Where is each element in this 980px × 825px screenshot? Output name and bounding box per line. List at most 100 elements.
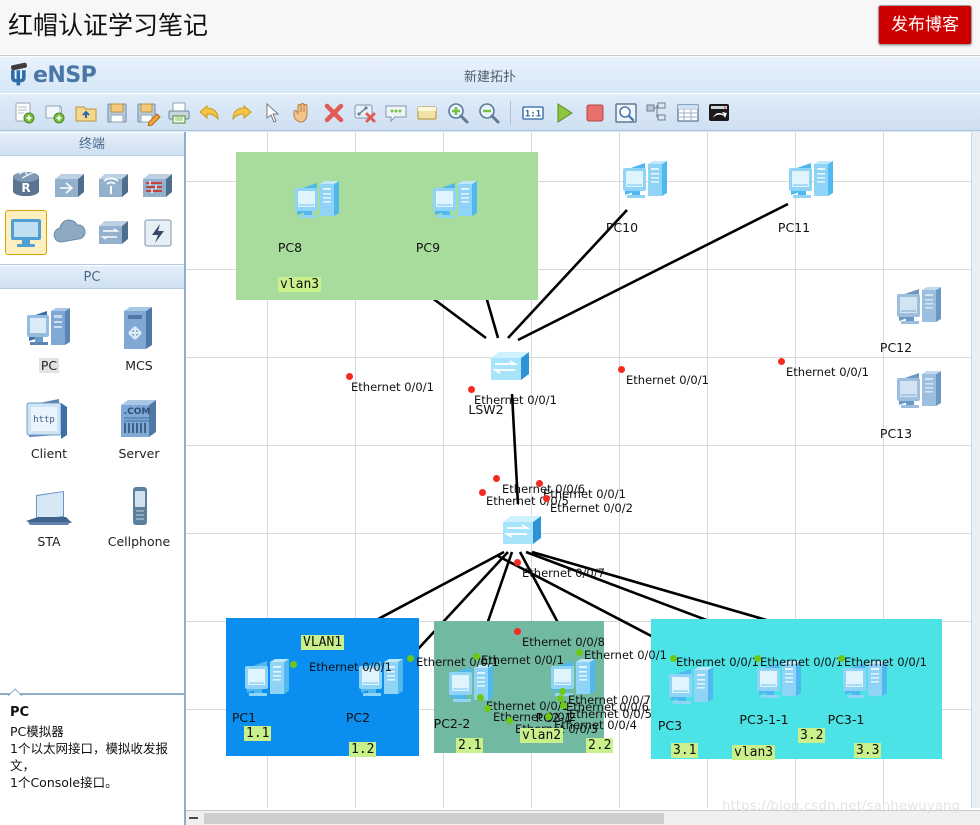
node-pc1-label: PC1 (231, 710, 257, 725)
screenshot-icon[interactable] (703, 98, 734, 129)
node-pc11-label: PC11 (777, 220, 811, 235)
node-pc10[interactable] (618, 154, 674, 215)
iface-pc11-connector-dot[interactable] (778, 358, 785, 365)
tag-vlan3-top: vlan3 (278, 277, 322, 292)
iface-pc2-2: Ethernet 0/0/1 (481, 653, 564, 667)
server-icon: .COM (113, 387, 165, 443)
iface-lsw1-6-connector-dot[interactable] (557, 695, 564, 702)
new-topology-icon[interactable] (8, 98, 39, 129)
topology-canvas[interactable]: PC8 PC9 PC10 PC11 PC12 PC13 LSW2 PC1 PC2 PC2-2 PC2… (186, 132, 980, 808)
node-pc9[interactable] (428, 174, 484, 235)
delete-link-icon[interactable] (349, 98, 380, 129)
router-icon[interactable]: R (5, 163, 47, 208)
iface-lsw2-1-connector-dot[interactable] (536, 480, 543, 487)
node-pc2-label: PC2 (345, 710, 371, 725)
topology-canvas-container[interactable]: PC8 PC9 PC10 PC11 PC12 PC13 LSW2 PC1 PC2 PC2-2 PC2… (186, 132, 980, 825)
palette-label-pc: PC (38, 358, 60, 373)
horizontal-scroll-thumb[interactable] (204, 813, 664, 824)
zoom-out-icon[interactable] (473, 98, 504, 129)
iface-pc9-connector-dot[interactable] (468, 386, 475, 393)
iface-pc1-connector-dot[interactable] (290, 661, 297, 668)
scroll-left-button[interactable] (186, 811, 202, 825)
page-title: 红帽认证学习笔记 (8, 11, 209, 40)
iface-lsw1-2-connector-dot[interactable] (484, 705, 491, 712)
node-pc2-2-label: PC2-2 (433, 716, 471, 731)
stop-icon[interactable] (579, 98, 610, 129)
node-pc3[interactable] (664, 660, 720, 721)
pc-panel-header: PC (0, 265, 184, 289)
iface-lsw1-8-connector-dot[interactable] (514, 628, 521, 635)
grid-icon[interactable] (672, 98, 703, 129)
iface-pc11: Ethernet 0/0/1 (786, 365, 869, 379)
topology-tree-icon[interactable] (641, 98, 672, 129)
zoom-in-icon[interactable] (442, 98, 473, 129)
iface-lsw1-4-connector-dot[interactable] (545, 713, 552, 720)
tag-ip-3-2: 3.2 (798, 728, 826, 743)
iface-lsw1-1-connector-dot[interactable] (477, 694, 484, 701)
node-pc1[interactable] (240, 652, 296, 713)
iface-pc2-1-connector-dot[interactable] (576, 649, 583, 656)
palette-item-server[interactable]: .COM Server (98, 387, 180, 461)
tag-ip-3-3: 3.3 (854, 743, 882, 758)
iface-lsw2-5-connector-dot[interactable] (479, 489, 486, 496)
endpoint-icon[interactable] (5, 210, 47, 255)
client-icon: http (23, 387, 75, 443)
application-body: 终端 R PC PC MCS http Client .COM Server S… (0, 132, 980, 825)
save-as-icon[interactable] (132, 98, 163, 129)
iface-lsw2-2-connector-dot[interactable] (543, 495, 550, 502)
iface-lsw2-1: Ethernet 0/0/1 (543, 487, 626, 501)
firewall-icon[interactable] (137, 163, 179, 208)
start-icon[interactable] (548, 98, 579, 129)
canvas-horizontal-scrollbar[interactable] (186, 810, 980, 825)
iface-pc2-2-connector-dot[interactable] (473, 653, 480, 660)
canvas-vertical-scrollbar[interactable] (971, 132, 980, 808)
pc-icon (21, 299, 77, 355)
tag-vlan1: VLAN1 (301, 635, 345, 650)
pointer-icon[interactable] (256, 98, 287, 129)
print-icon[interactable] (163, 98, 194, 129)
link-pc11-lsw2[interactable] (517, 202, 789, 342)
save-icon[interactable] (101, 98, 132, 129)
new-device-icon[interactable] (39, 98, 70, 129)
palette-item-client[interactable]: http Client (8, 387, 90, 461)
switch-icon[interactable] (49, 163, 91, 208)
palette-item-mcs[interactable]: MCS (98, 299, 180, 373)
node-pc13[interactable] (892, 364, 948, 425)
palette-item-sta[interactable]: STA (8, 475, 90, 549)
node-pc8-label: PC8 (277, 240, 303, 255)
iface-pc8-connector-dot[interactable] (346, 373, 353, 380)
hand-icon[interactable] (287, 98, 318, 129)
node-pc8[interactable] (290, 174, 346, 235)
collapse-chevron-icon[interactable] (6, 684, 24, 697)
palette-label-server: Server (118, 446, 160, 461)
node-pc10-label: PC10 (605, 220, 639, 235)
iface-lsw2-6-connector-dot[interactable] (493, 475, 500, 482)
comment-icon[interactable] (380, 98, 411, 129)
palette-item-pc[interactable]: PC (8, 299, 90, 373)
undo-icon[interactable] (194, 98, 225, 129)
shape-icon[interactable] (411, 98, 442, 129)
connection-icon[interactable] (137, 210, 179, 255)
lan-switch-icon[interactable] (93, 210, 135, 255)
actual-size-icon[interactable]: 1:1 (517, 98, 548, 129)
node-pc11[interactable] (784, 154, 840, 215)
wlan-ap-icon[interactable] (93, 163, 135, 208)
iface-lsw2-7-connector-dot[interactable] (514, 559, 521, 566)
iface-pc10: Ethernet 0/0/1 (626, 373, 709, 387)
palette-item-cellphone[interactable]: Cellphone (98, 475, 180, 549)
capture-icon[interactable] (610, 98, 641, 129)
open-icon[interactable] (70, 98, 101, 129)
redo-icon[interactable] (225, 98, 256, 129)
node-lsw1[interactable] (498, 508, 550, 559)
cloud-icon[interactable] (49, 210, 91, 255)
delete-icon[interactable] (318, 98, 349, 129)
iface-lsw1-3-connector-dot[interactable] (506, 717, 513, 724)
node-lsw2[interactable] (486, 344, 538, 395)
iface-lsw1-7-connector-dot[interactable] (559, 688, 566, 695)
node-pc12[interactable] (892, 280, 948, 341)
node-pc13-label: PC13 (879, 426, 913, 441)
iface-pc2-connector-dot[interactable] (407, 655, 414, 662)
node-pc3-1-label: PC3-1 (827, 712, 865, 727)
publish-blog-button[interactable]: 发布博客 (878, 5, 972, 45)
iface-pc10-connector-dot[interactable] (618, 366, 625, 373)
